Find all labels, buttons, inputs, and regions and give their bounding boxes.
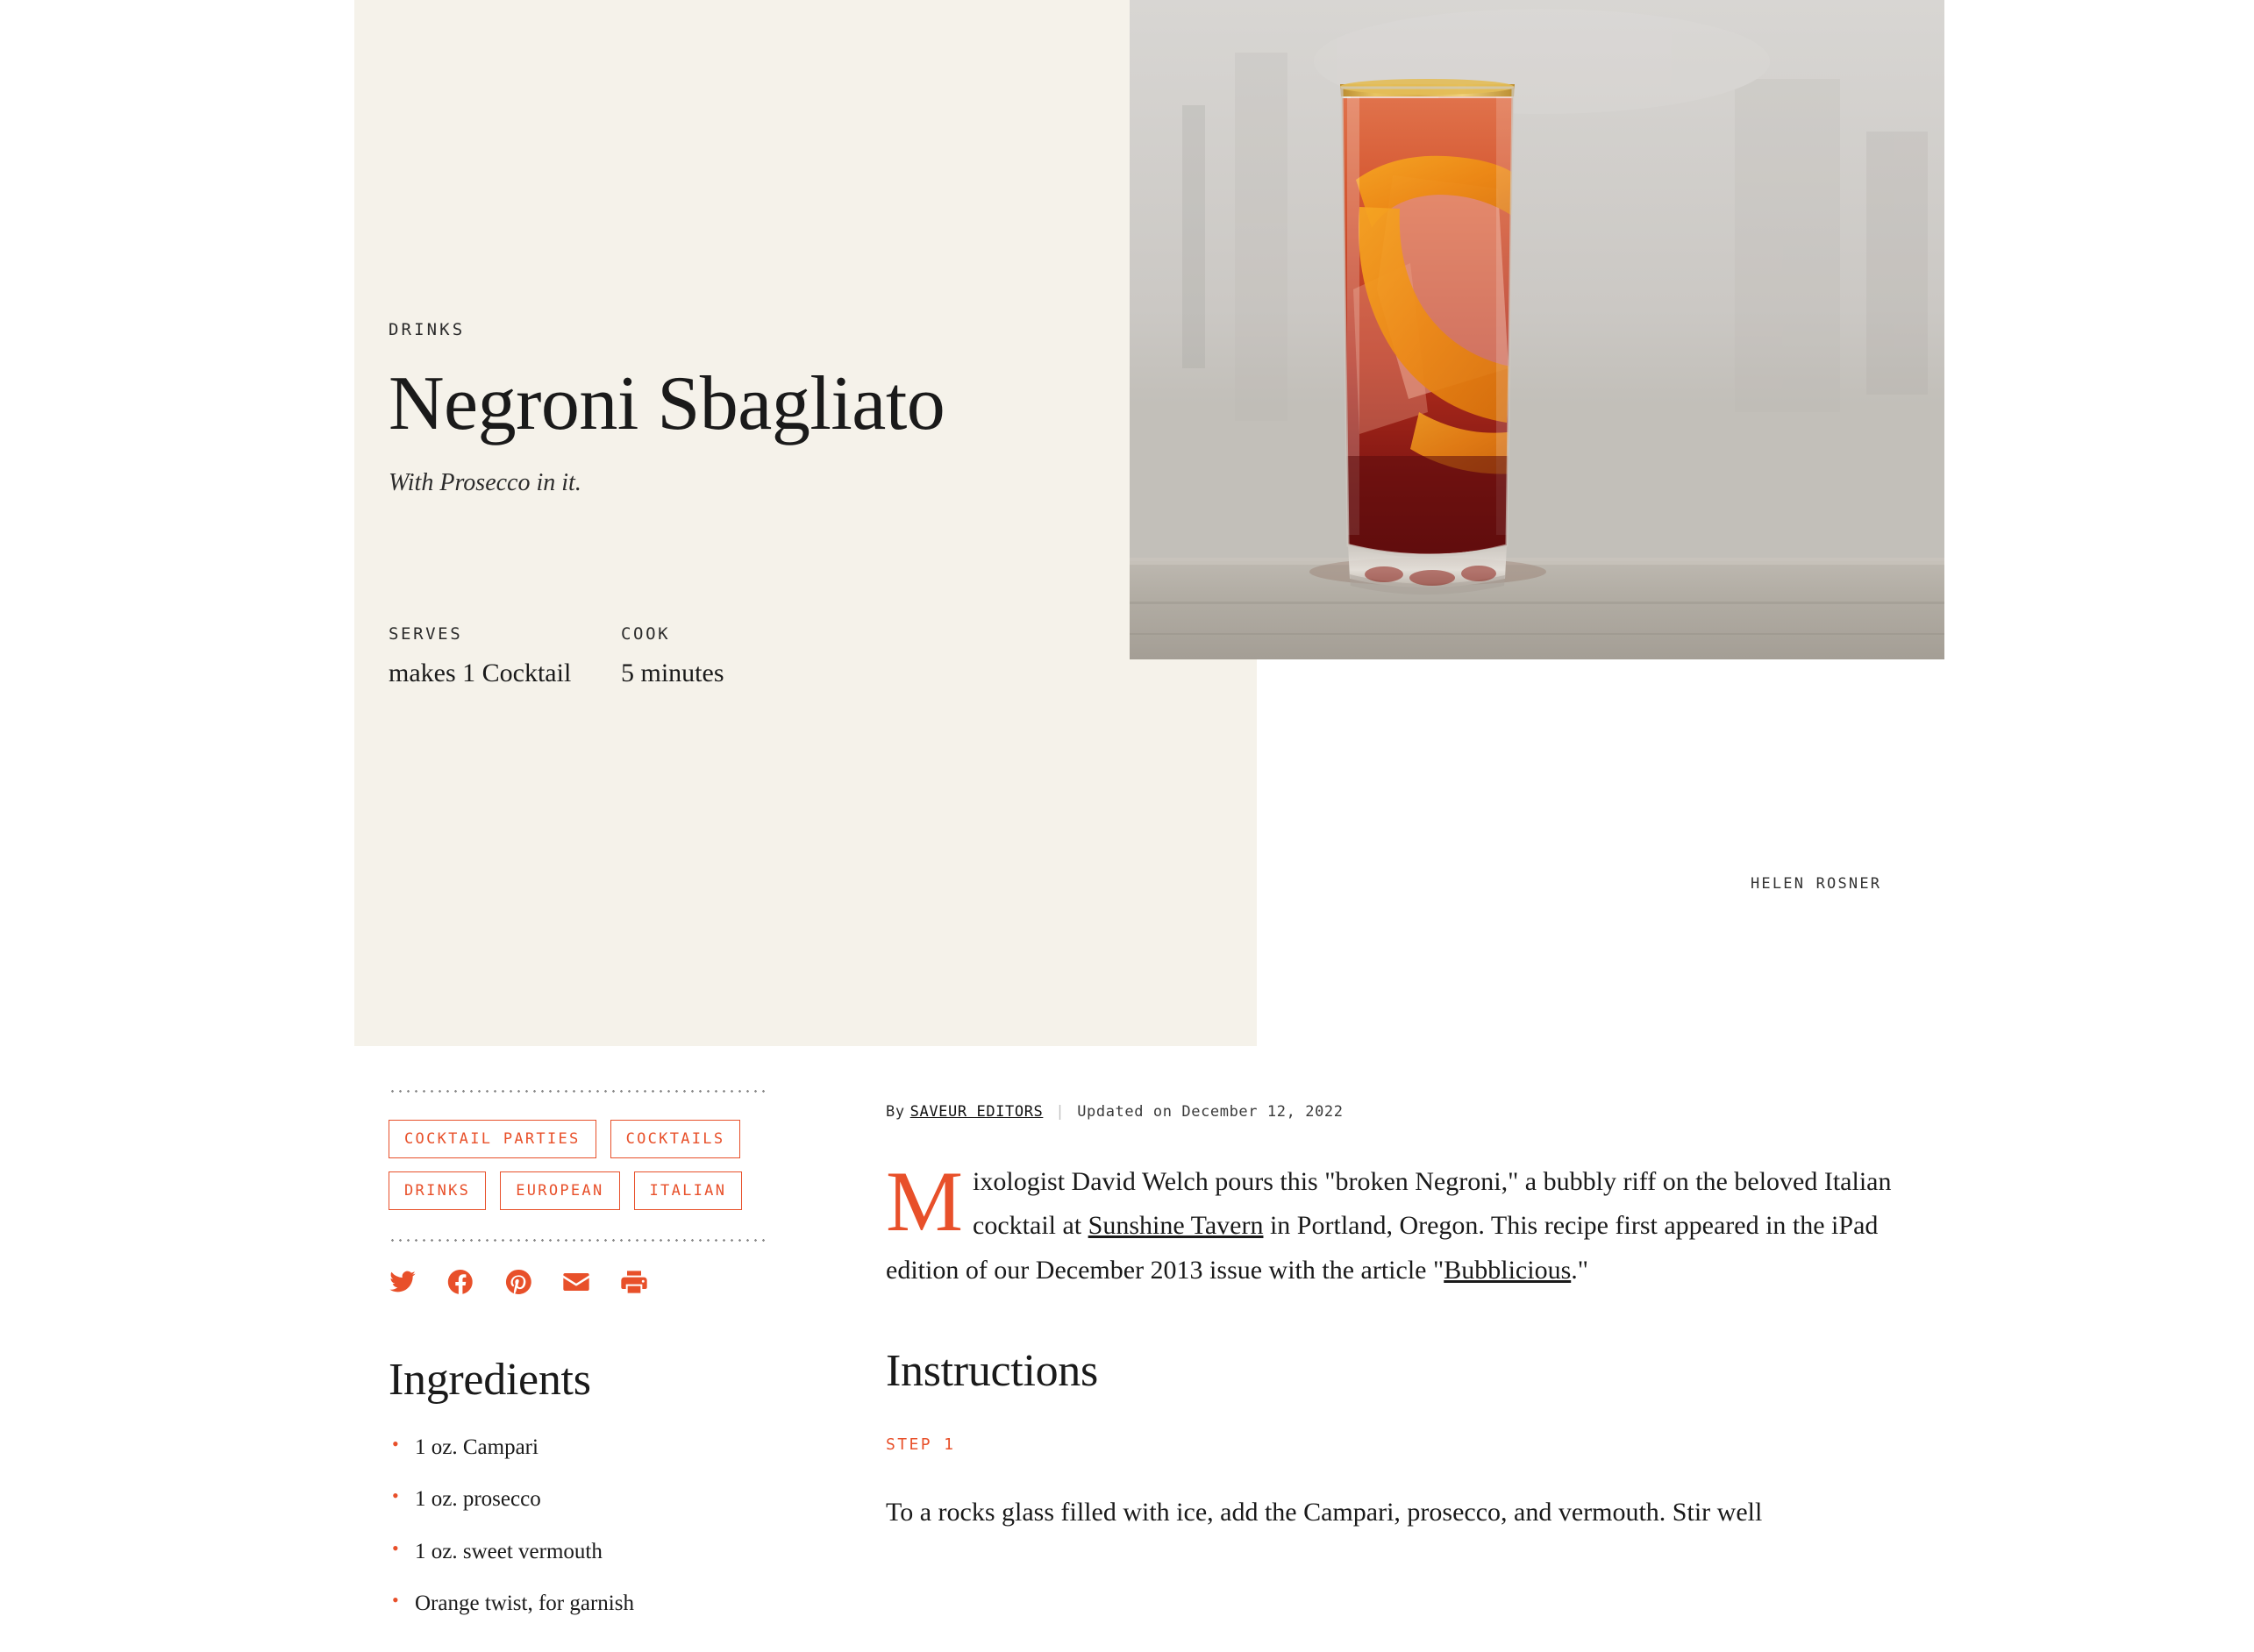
- tag-drinks[interactable]: DRINKS: [389, 1171, 487, 1210]
- cocktail-photo-illustration: [1130, 0, 1944, 659]
- serves-meta: SERVES makes 1 Cocktail: [389, 624, 621, 688]
- email-icon[interactable]: [562, 1268, 590, 1296]
- print-icon[interactable]: [620, 1268, 648, 1296]
- drop-cap: M: [886, 1154, 964, 1250]
- ingredient-item: 1 oz. Campari: [389, 1432, 769, 1461]
- serves-value: makes 1 Cocktail: [389, 659, 572, 687]
- cook-value: 5 minutes: [621, 659, 724, 687]
- pinterest-icon[interactable]: [504, 1268, 532, 1296]
- photo-credit: HELEN ROSNER: [1751, 875, 1882, 893]
- cook-label: COOK: [621, 624, 671, 644]
- bubblicious-link[interactable]: Bubblicious: [1444, 1256, 1571, 1285]
- instructions-heading: Instructions: [886, 1346, 1098, 1397]
- recipe-subtitle: With Prosecco in it.: [389, 469, 581, 496]
- ingredients-list: 1 oz. Campari 1 oz. prosecco 1 oz. sweet…: [389, 1432, 769, 1617]
- ingredient-item: 1 oz. prosecco: [389, 1484, 769, 1513]
- twitter-icon[interactable]: [389, 1268, 417, 1296]
- left-rail: COCKTAIL PARTIES COCKTAILS DRINKS EUROPE…: [389, 1090, 769, 1641]
- step-label: STEP 1: [886, 1435, 956, 1455]
- divider-top: [389, 1090, 769, 1093]
- facebook-icon[interactable]: [446, 1268, 474, 1296]
- tag-european[interactable]: EUROPEAN: [500, 1171, 620, 1210]
- tag-cocktails[interactable]: COCKTAILS: [610, 1120, 741, 1158]
- hero-background-block: [354, 0, 1257, 1046]
- share-bar: [389, 1268, 769, 1296]
- hero-text-block: DRINKS Negroni Sbagliato With Prosecco i…: [389, 320, 1143, 497]
- tag-italian[interactable]: ITALIAN: [633, 1171, 743, 1210]
- byline-updated-date: Updated on December 12, 2022: [1077, 1103, 1344, 1121]
- page-title: Negroni Sbagliato: [389, 361, 945, 446]
- tag-cocktail-parties[interactable]: COCKTAIL PARTIES: [389, 1120, 596, 1158]
- tag-list: COCKTAIL PARTIES COCKTAILS DRINKS EUROPE…: [389, 1120, 769, 1210]
- ingredient-item: Orange twist, for garnish: [389, 1588, 769, 1617]
- byline-separator: |: [1055, 1103, 1066, 1121]
- recipe-article-page: HELEN ROSNER DRINKS Negroni Sbagliato Wi…: [0, 0, 2254, 1652]
- lede-text-part3: .": [1571, 1255, 1588, 1285]
- step-text: To a rocks glass filled with ice, add th…: [886, 1498, 1763, 1527]
- byline-author-link[interactable]: SAVEUR EDITORS: [910, 1103, 1044, 1121]
- ingredients-heading: Ingredients: [389, 1355, 591, 1405]
- category-eyebrow[interactable]: DRINKS: [389, 320, 1143, 339]
- recipe-meta: SERVES makes 1 Cocktail COOK 5 minutes: [389, 624, 724, 688]
- hero-photo: [1130, 0, 1944, 659]
- byline: By SAVEUR EDITORS | Updated on December …: [886, 1103, 1921, 1121]
- article-main-column: By SAVEUR EDITORS | Updated on December …: [886, 1103, 1921, 1535]
- sunshine-tavern-link[interactable]: Sunshine Tavern: [1088, 1211, 1264, 1240]
- serves-label: SERVES: [389, 624, 463, 644]
- byline-prefix: By: [886, 1103, 905, 1121]
- ingredient-item: 1 oz. sweet vermouth: [389, 1535, 769, 1565]
- lede-paragraph: Mixologist David Welch pours this "broke…: [886, 1154, 1921, 1292]
- divider-bottom: [389, 1239, 769, 1242]
- cook-meta: COOK 5 minutes: [621, 624, 724, 688]
